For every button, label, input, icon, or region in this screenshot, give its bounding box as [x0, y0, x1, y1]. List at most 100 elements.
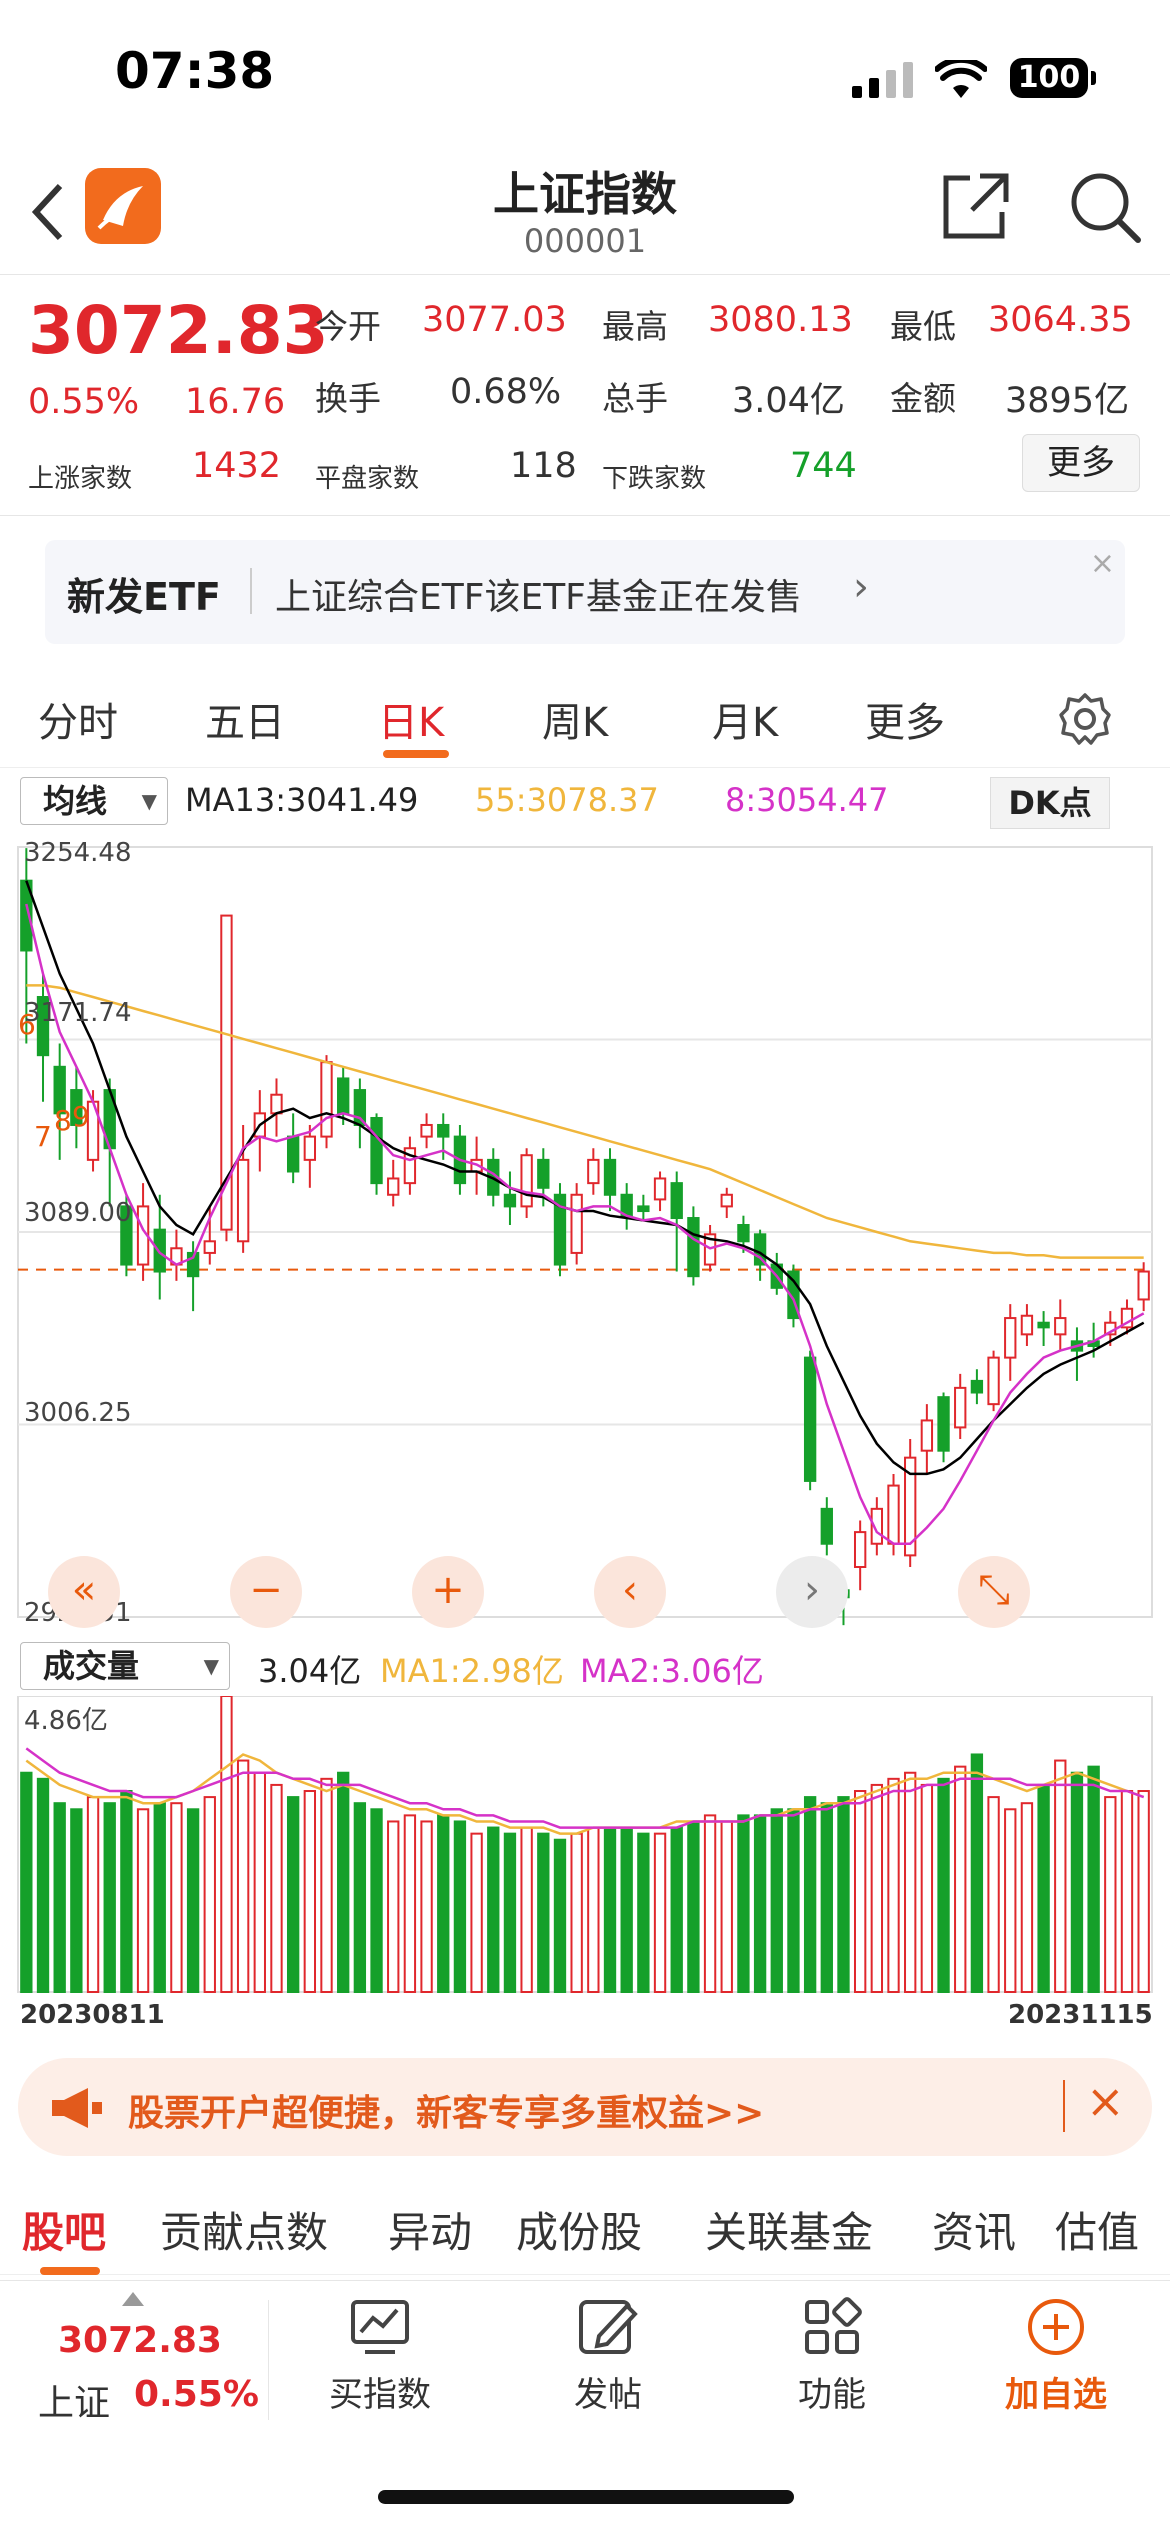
candle-body [203, 1240, 216, 1254]
volume-bar [670, 1826, 683, 1993]
share-icon[interactable] [940, 170, 1012, 242]
volume-bar [904, 1771, 917, 1993]
etf-tag: 新发ETF [67, 575, 221, 619]
gear-icon[interactable] [1058, 692, 1112, 746]
promo-close-icon[interactable]: × [1086, 2074, 1125, 2128]
date-end: 20231115 [1008, 2000, 1153, 2030]
zoom-in-button[interactable]: + [412, 1556, 484, 1628]
volume-bar [1087, 1765, 1100, 1993]
volume-bar [387, 1820, 400, 1993]
volume-bar [1004, 1808, 1017, 1993]
volume-bar [787, 1808, 800, 1993]
content-tabs: 股吧 贡献点数 异动 成份股 关联基金 资讯 估值 [0, 2175, 1170, 2275]
buy-index-button[interactable]: 买指数 [310, 2296, 450, 2416]
candle-body [153, 1228, 166, 1273]
candle-body [637, 1205, 650, 1213]
volume-bar [270, 1783, 283, 1993]
up-count: 1432 [192, 446, 282, 486]
candle-body [370, 1116, 383, 1185]
volume-bar [520, 1826, 533, 1993]
candle-body [687, 1217, 700, 1278]
volume-bar [286, 1796, 300, 1994]
tab-monthly-k[interactable]: 月K [712, 690, 778, 748]
marker-8: 8 [54, 1104, 72, 1137]
candle-body [970, 1379, 984, 1394]
scroll-left-button[interactable]: ‹ [594, 1556, 666, 1628]
volume-chart[interactable] [0, 1696, 1170, 1996]
tab-guba[interactable]: 股吧 [22, 2199, 106, 2260]
tab-daily-k[interactable]: 日K [378, 690, 444, 748]
promo-banner[interactable]: 股票开户超便捷，新客专享多重权益>> × [18, 2058, 1152, 2156]
volume-bar [937, 1777, 950, 1994]
etf-banner[interactable]: 新发ETF 上证综合ETF该ETF基金正在发售 › × [45, 540, 1125, 644]
open-label: 今开 [315, 307, 381, 346]
tab-related-funds[interactable]: 关联基金 [705, 2199, 873, 2260]
volume-bar [1070, 1771, 1084, 1993]
search-icon[interactable] [1068, 170, 1144, 246]
tab-news[interactable]: 资讯 [932, 2199, 1016, 2260]
volume-bar [236, 1759, 250, 1993]
candle-body [236, 1158, 250, 1243]
candle-body [337, 1077, 350, 1115]
toolbar-price: 3072.83 [58, 2320, 222, 2361]
y-axis-2: 3171.74 [24, 998, 132, 1028]
scroll-start-button[interactable]: « [48, 1556, 120, 1628]
tab-movement[interactable]: 异动 [388, 2199, 472, 2260]
add-watchlist-label: 加自选 [1005, 2375, 1107, 2415]
signal-icon [852, 62, 913, 98]
tab-valuation[interactable]: 估值 [1055, 2199, 1139, 2260]
tab-components[interactable]: 成份股 [516, 2199, 642, 2260]
kline-chart[interactable] [0, 835, 1170, 1635]
down-count: 744 [790, 446, 857, 486]
volume-bar [753, 1814, 767, 1994]
volume-bar [837, 1796, 850, 1994]
high-label: 最高 [602, 307, 668, 346]
candle-body [420, 1123, 433, 1138]
candle-body [1004, 1317, 1017, 1359]
dk-point-button[interactable]: DK点 [990, 777, 1110, 829]
volume-bar [870, 1783, 884, 1993]
fullscreen-button[interactable]: ⤡ [958, 1556, 1030, 1628]
toolbar-divider [268, 2300, 269, 2420]
volume-bar [70, 1808, 83, 1993]
candle-body [587, 1158, 600, 1185]
candle-body [503, 1193, 517, 1208]
volume-bar [820, 1802, 833, 1993]
volume-selector[interactable]: 成交量 [20, 1642, 230, 1690]
tab-intraday[interactable]: 分时 [38, 690, 118, 748]
volume-bar [553, 1838, 567, 1993]
candle-body [1037, 1321, 1050, 1329]
volume-bar [970, 1753, 984, 1994]
tab-contribution[interactable]: 贡献点数 [160, 2199, 328, 2260]
volume-bar [420, 1820, 433, 1993]
volume-bar [920, 1783, 934, 1993]
candle-body [303, 1135, 317, 1161]
close-icon[interactable]: × [1090, 546, 1115, 581]
flat-count: 118 [510, 446, 577, 486]
tab-five-day[interactable]: 五日 [205, 690, 285, 748]
volume-bar [887, 1777, 900, 1994]
more-quote-button[interactable]: 更多 [1022, 434, 1140, 492]
volume-bar [587, 1826, 600, 1993]
volume-bar [53, 1802, 66, 1993]
tab-weekly-k[interactable]: 周K [542, 690, 608, 748]
buy-index-label: 买指数 [329, 2375, 431, 2415]
scroll-right-button[interactable]: › [776, 1556, 848, 1628]
tab-more[interactable]: 更多 [865, 690, 945, 748]
functions-button[interactable]: 功能 [762, 2296, 902, 2416]
indicator-selector[interactable]: 均线 [20, 777, 168, 825]
volume-bar [220, 1696, 233, 1993]
wifi-icon [935, 60, 987, 98]
volume-bar [120, 1790, 133, 1993]
volume-bar [603, 1826, 617, 1993]
add-watchlist-button[interactable]: 加自选 [986, 2296, 1126, 2416]
zoom-out-button[interactable]: − [230, 1556, 302, 1628]
y-axis-3: 3089.00 [24, 1198, 132, 1228]
candle-body [920, 1419, 934, 1452]
flat-count-label: 平盘家数 [315, 464, 420, 494]
volume-bar [1020, 1802, 1034, 1993]
volume-bar [537, 1832, 550, 1993]
post-button[interactable]: 发帖 [538, 2296, 678, 2416]
candle-body [937, 1396, 950, 1452]
expand-up-icon[interactable] [122, 2292, 144, 2306]
